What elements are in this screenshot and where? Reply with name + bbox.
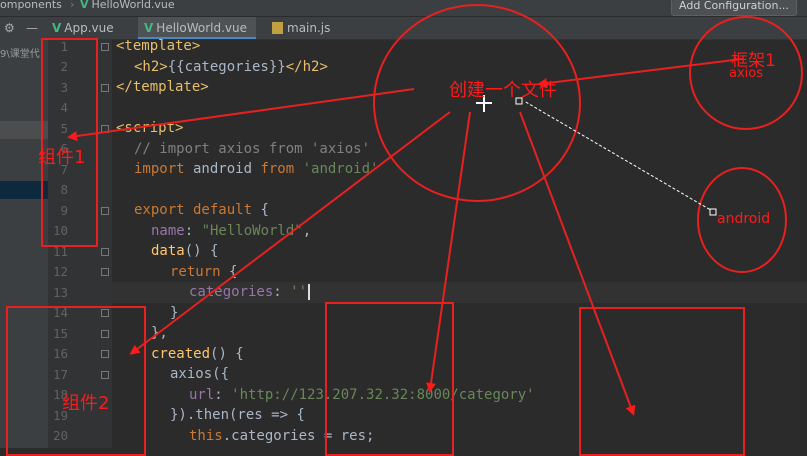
annotation-axios: axios (729, 66, 763, 81)
annotation-android: android (717, 211, 771, 227)
annotation-dashed-connector (523, 100, 715, 213)
annotation-component2: 组件2 (62, 393, 110, 414)
annotation-box-component2 (6, 306, 146, 456)
annotation-create-file: 创建一个文件 (449, 80, 557, 101)
annotation-handle (709, 208, 717, 216)
annotation-arrow (67, 88, 415, 141)
annotation-box-file-b (579, 307, 745, 456)
annotation-component1: 组件1 (38, 147, 86, 168)
annotation-box-file-a (325, 302, 454, 456)
